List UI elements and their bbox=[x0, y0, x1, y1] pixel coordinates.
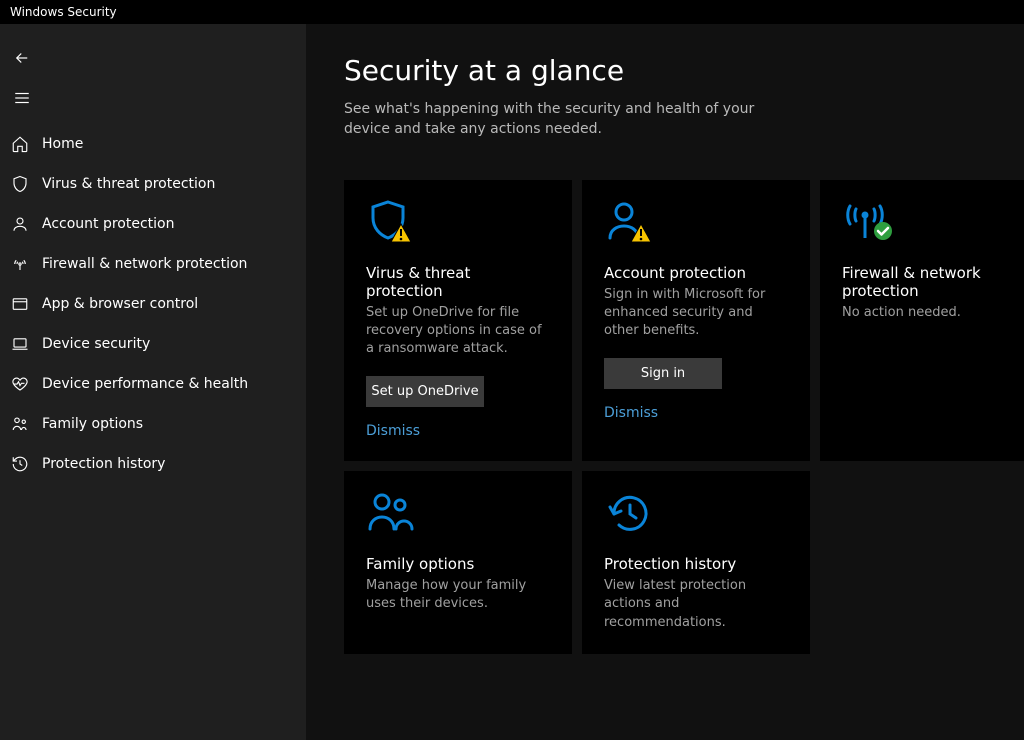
sidebar: Home Virus & threat protection Account p… bbox=[0, 24, 306, 740]
sidebar-item-label: Virus & threat protection bbox=[42, 176, 215, 192]
sidebar-item-firewall[interactable]: Firewall & network protection bbox=[0, 244, 306, 284]
person-warning-icon bbox=[604, 200, 656, 246]
setup-onedrive-button[interactable]: Set up OneDrive bbox=[366, 376, 484, 407]
history-icon bbox=[10, 454, 30, 474]
sidebar-item-performance[interactable]: Device performance & health bbox=[0, 364, 306, 404]
family-icon bbox=[10, 414, 30, 434]
shield-warning-icon bbox=[366, 200, 418, 246]
sidebar-item-label: Firewall & network protection bbox=[42, 256, 247, 272]
sidebar-item-account[interactable]: Account protection bbox=[0, 204, 306, 244]
history-clock-icon bbox=[604, 491, 656, 537]
card-account-protection[interactable]: Account protection Sign in with Microsof… bbox=[582, 180, 810, 462]
dismiss-link[interactable]: Dismiss bbox=[604, 405, 788, 421]
card-title: Protection history bbox=[604, 555, 788, 573]
sidebar-item-device-security[interactable]: Device security bbox=[0, 324, 306, 364]
content-area: Security at a glance See what's happenin… bbox=[306, 24, 1024, 740]
sidebar-item-family[interactable]: Family options bbox=[0, 404, 306, 444]
card-title: Firewall & network protection bbox=[842, 264, 1024, 300]
antenna-ok-icon bbox=[842, 200, 894, 246]
person-icon bbox=[10, 214, 30, 234]
antenna-icon bbox=[10, 254, 30, 274]
card-family[interactable]: Family options Manage how your family us… bbox=[344, 471, 572, 654]
home-icon bbox=[10, 134, 30, 154]
back-arrow-icon bbox=[13, 49, 31, 67]
card-desc: Manage how your family uses their device… bbox=[366, 577, 550, 613]
sidebar-item-app-browser[interactable]: App & browser control bbox=[0, 284, 306, 324]
sidebar-item-history[interactable]: Protection history bbox=[0, 444, 306, 484]
heart-pulse-icon bbox=[10, 374, 30, 394]
card-virus-threat[interactable]: Virus & threat protection Set up OneDriv… bbox=[344, 180, 572, 462]
sidebar-item-virus[interactable]: Virus & threat protection bbox=[0, 164, 306, 204]
family-group-icon bbox=[366, 491, 418, 537]
card-title: Family options bbox=[366, 555, 550, 573]
sidebar-item-label: Device performance & health bbox=[42, 376, 248, 392]
card-protection-history[interactable]: Protection history View latest protectio… bbox=[582, 471, 810, 654]
sidebar-item-label: Account protection bbox=[42, 216, 175, 232]
sidebar-item-label: App & browser control bbox=[42, 296, 198, 312]
page-title: Security at a glance bbox=[344, 54, 986, 87]
window-icon bbox=[10, 294, 30, 314]
card-grid: Virus & threat protection Set up OneDriv… bbox=[344, 180, 986, 654]
card-desc: No action needed. bbox=[842, 304, 1024, 322]
sidebar-item-label: Device security bbox=[42, 336, 150, 352]
sidebar-item-label: Family options bbox=[42, 416, 143, 432]
shield-icon bbox=[10, 174, 30, 194]
page-subtitle: See what's happening with the security a… bbox=[344, 99, 784, 140]
window-title: Windows Security bbox=[10, 5, 117, 19]
titlebar: Windows Security bbox=[0, 0, 1024, 24]
back-button[interactable] bbox=[2, 38, 42, 78]
sidebar-item-home[interactable]: Home bbox=[0, 124, 306, 164]
card-title: Account protection bbox=[604, 264, 788, 282]
card-desc: View latest protection actions and recom… bbox=[604, 577, 788, 632]
card-firewall[interactable]: Firewall & network protection No action … bbox=[820, 180, 1024, 462]
hamburger-button[interactable] bbox=[2, 78, 42, 118]
dismiss-link[interactable]: Dismiss bbox=[366, 423, 550, 439]
sidebar-item-label: Protection history bbox=[42, 456, 165, 472]
card-desc: Sign in with Microsoft for enhanced secu… bbox=[604, 286, 788, 341]
hamburger-icon bbox=[13, 89, 31, 107]
sign-in-button[interactable]: Sign in bbox=[604, 358, 722, 389]
laptop-icon bbox=[10, 334, 30, 354]
sidebar-item-label: Home bbox=[42, 136, 83, 152]
card-desc: Set up OneDrive for file recovery option… bbox=[366, 304, 550, 359]
card-title: Virus & threat protection bbox=[366, 264, 550, 300]
